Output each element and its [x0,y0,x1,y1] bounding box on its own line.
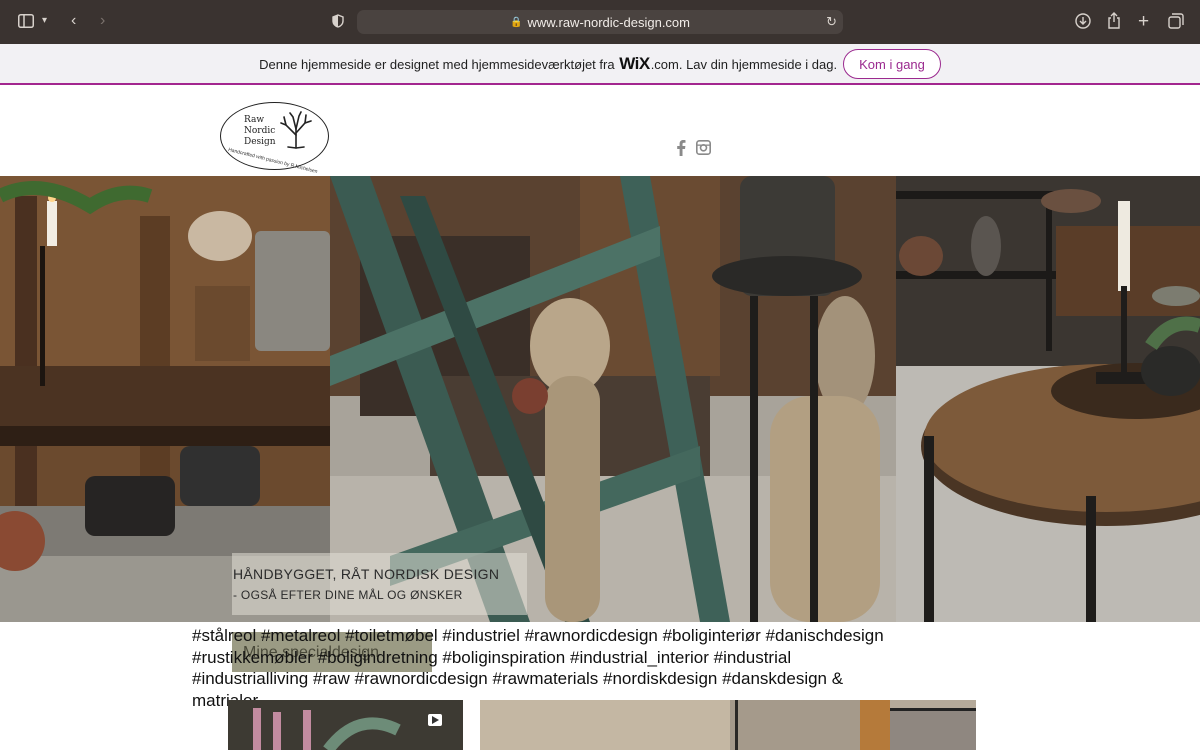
share-icon[interactable] [1107,12,1121,32]
get-started-button[interactable]: Kom i gang [843,49,941,79]
hashtags-line-1: #stålreol #metalreol #toiletmøbel #indus… [192,626,884,645]
lock-icon: 🔒 [509,16,523,28]
banner-text-end: .com. Lav din hjemmeside i dag. [650,56,838,72]
wix-logo[interactable]: WiX [619,54,650,74]
download-icon[interactable] [1075,13,1091,32]
wix-promo-banner: Denne hjemmeside er designet med hjemmes… [0,44,1200,84]
hashtags-text: #stålreol #metalreol #toiletmøbel #indus… [192,625,1012,711]
logo-word-design: Design [244,137,276,147]
tree-icon [280,111,312,149]
shield-icon[interactable] [332,14,344,31]
forward-icon: › [100,12,106,29]
hero-caption-box [232,553,527,615]
hashtags-line-3: #industrialliving #raw #rawnordicdesign … [192,669,844,688]
back-icon[interactable]: ‹ [71,13,76,29]
hero-gallery [0,176,1200,622]
product-thumb-1[interactable] [228,700,463,750]
url-text: www.raw-nordic-design.com [527,14,690,30]
product-thumb-2[interactable] [480,700,976,750]
address-bar[interactable]: 🔒 www.raw-nordic-design.com ↻ [357,10,843,34]
chevron-down-icon[interactable]: ▾ [42,16,47,26]
browser-toolbar: ▾ ‹ › 🔒 www.raw-nordic-design.com ↻ + [0,0,1200,44]
hero-title: HÅNDBYGGET, RÅT NORDISK DESIGN [233,566,500,582]
instagram-icon[interactable] [696,140,711,160]
hero-subtitle: - OGSÅ EFTER DINE MÅL OG ØNSKER [233,588,463,602]
hashtags-line-2: #rustikkemøbler #boligindretning #boligi… [192,647,792,667]
banner-divider [0,83,1200,85]
logo-word-nordic: Nordic [244,126,276,136]
site-logo[interactable]: Raw Nordic Design Handcrafted with passi… [220,102,329,175]
logo-word-raw: Raw [244,115,265,125]
reload-icon[interactable]: ↻ [826,14,837,30]
facebook-icon[interactable] [676,140,686,161]
gallery-photo-table[interactable] [896,176,1200,622]
tabs-icon[interactable] [1168,13,1184,32]
logo-tagline: Handcrafted with passion by R.Michelsen [227,147,318,176]
new-tab-icon[interactable]: + [1138,12,1149,31]
banner-text: Denne hjemmeside er designet med hjemmes… [259,56,615,72]
sidebar-icon[interactable] [18,14,34,31]
